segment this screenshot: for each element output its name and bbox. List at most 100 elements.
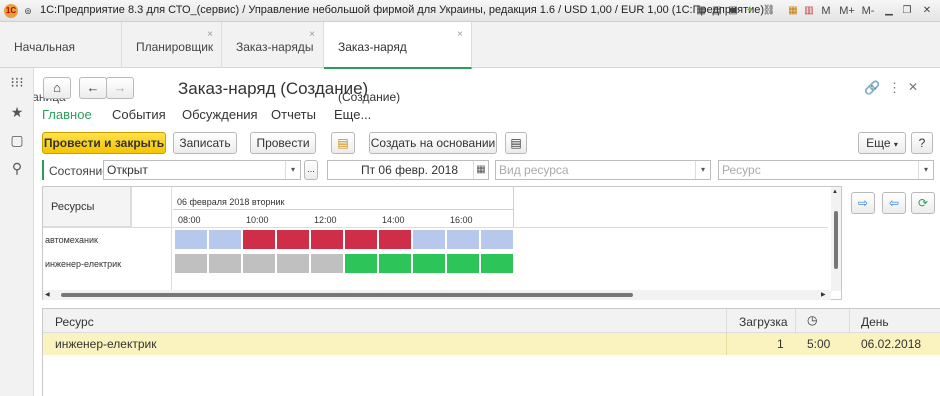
favorites-star-icon[interactable]: ★	[9, 104, 25, 120]
forward-button[interactable]: →	[106, 77, 134, 99]
schedule-slot-busy[interactable]	[379, 230, 411, 249]
chevron-down-icon[interactable]: ▾	[918, 161, 933, 179]
scroll-thumb[interactable]	[834, 211, 838, 269]
schedule-slot-busy[interactable]	[243, 230, 275, 249]
close-form-icon[interactable]: ✕	[908, 80, 918, 94]
shift-left-button[interactable]: ⇨	[851, 192, 875, 214]
state-choose-button[interactable]: ...	[304, 160, 318, 180]
vertical-scrollbar[interactable]: ▲	[831, 187, 841, 291]
schedule-slot-grey[interactable]	[209, 254, 241, 273]
favorites-icon[interactable]: ✦	[743, 4, 757, 18]
sections-grid-icon[interactable]: ⁝⁝⁝	[9, 74, 25, 90]
link-icon[interactable]: ⛓	[762, 4, 776, 18]
post-and-close-button[interactable]: Провести и закрыть	[42, 132, 166, 154]
form-title: Заказ-наряд (Создание)	[178, 79, 369, 98]
print-icon[interactable]: ▤	[710, 4, 724, 18]
schedule-slot-green[interactable]	[345, 254, 377, 273]
chevron-down-icon: ▾	[893, 140, 898, 149]
schedule-slot-green[interactable]	[379, 254, 411, 273]
create-based-on-button[interactable]: Создать на основании ▾	[369, 132, 497, 169]
resources-header-label: Ресурсы	[51, 201, 95, 213]
link-icon[interactable]: 🔗	[864, 80, 880, 96]
schedule-slot-busy[interactable]	[311, 230, 343, 249]
history-icon[interactable]: ▢	[9, 132, 25, 148]
chevron-down-icon[interactable]: ▾	[695, 161, 710, 179]
save-button[interactable]: Записать	[173, 132, 237, 154]
memory-m-button[interactable]: M	[820, 4, 832, 18]
tab-work-orders[interactable]: Заказ-наряды ×	[222, 22, 324, 68]
schedule-slot-grey[interactable]	[175, 254, 207, 273]
resource-field[interactable]: Ресурс ▾	[718, 160, 934, 180]
schedule-slot-free[interactable]	[447, 230, 479, 249]
header-resource[interactable]: Ресурс	[55, 315, 94, 329]
schedule-slot-busy[interactable]	[277, 230, 309, 249]
calculator-icon[interactable]: ▦	[786, 4, 800, 18]
resource-kind-field[interactable]: Вид ресурса ▾	[495, 160, 711, 180]
memory-mminus-button[interactable]: M-	[860, 4, 876, 18]
schedule-resources-header: Ресурсы	[43, 187, 132, 227]
tab-planner[interactable]: Планировщик ×	[122, 22, 222, 68]
hour-label: 14:00	[382, 215, 405, 225]
close-tab-icon[interactable]: ×	[457, 30, 463, 40]
tab-work-order-new[interactable]: Заказ-наряд (Создание) ×	[324, 22, 472, 104]
home-button[interactable]: ⌂	[43, 77, 71, 99]
calendar-icon[interactable]: ▥	[802, 4, 816, 18]
save-icon[interactable]: ▦	[694, 4, 708, 18]
resource-kind-placeholder: Вид ресурса	[499, 163, 569, 177]
nav-main[interactable]: Главное	[42, 107, 92, 122]
scroll-thumb[interactable]	[61, 293, 633, 297]
date-field[interactable]: Пт 06 февр. 2018 ▦	[327, 160, 489, 180]
table-row[interactable]: инженер-електрик 1 5:00 06.02.2018	[43, 333, 940, 355]
resource-placeholder: Ресурс	[722, 163, 761, 177]
post-button[interactable]: Провести	[250, 132, 316, 154]
bookmark-icon[interactable]: ▣	[726, 4, 740, 18]
help-button[interactable]: ?	[911, 132, 933, 154]
header-day[interactable]: День	[861, 315, 889, 329]
back-button[interactable]: ←	[79, 77, 107, 99]
more-actions-button[interactable]: Еще ▾	[858, 132, 906, 154]
schedule-slot-busy[interactable]	[345, 230, 377, 249]
nav-reports[interactable]: Отчеты	[271, 107, 316, 122]
state-accent	[42, 160, 44, 180]
schedule-slot-grey[interactable]	[277, 254, 309, 273]
tab-home[interactable]: Начальная страница	[0, 22, 122, 104]
clock-icon[interactable]: ◷	[807, 313, 817, 327]
header-load[interactable]: Загрузка	[739, 315, 788, 329]
refresh-button[interactable]: ⟳	[911, 192, 935, 214]
schedule-slot-free[interactable]	[175, 230, 207, 249]
scroll-up-icon[interactable]: ▲	[832, 189, 838, 195]
app-menu-icon[interactable]: ⊚	[22, 4, 34, 18]
schedule-slot-free[interactable]	[481, 230, 513, 249]
schedule-slot-grey[interactable]	[243, 254, 275, 273]
nav-more[interactable]: Еще...	[334, 107, 371, 122]
schedule-slot-free[interactable]	[209, 230, 241, 249]
schedule-slot-free[interactable]	[413, 230, 445, 249]
scroll-left-icon[interactable]: ◀	[45, 291, 50, 298]
memory-mplus-button[interactable]: M+	[838, 4, 856, 18]
print-icon[interactable]: ▤	[505, 132, 527, 154]
row-divider	[726, 333, 727, 355]
schedule-slot-green[interactable]	[447, 254, 479, 273]
structure-icon[interactable]: ▤	[331, 132, 355, 154]
schedule-slot-green[interactable]	[481, 254, 513, 273]
nav-discussions[interactable]: Обсуждения	[182, 107, 258, 122]
nav-events[interactable]: События	[112, 107, 166, 122]
schedule-row-name: автомеханик	[45, 235, 98, 245]
shift-right-button[interactable]: ⇦	[882, 192, 906, 214]
search-icon[interactable]: ⚲	[9, 160, 25, 176]
schedule-slot-grey[interactable]	[311, 254, 343, 273]
close-tab-icon[interactable]: ×	[207, 30, 213, 40]
calendar-icon[interactable]: ▦	[473, 161, 488, 179]
chevron-down-icon[interactable]: ▾	[285, 161, 300, 179]
state-field[interactable]: Открыт ▾	[103, 160, 301, 180]
scroll-right-icon[interactable]: ▶	[821, 291, 826, 298]
schedule-chart[interactable]: Ресурсы 06 февраля 2018 вторник 08:00 10…	[42, 186, 842, 300]
restore-icon[interactable]: ❐	[900, 4, 914, 18]
close-tab-icon[interactable]: ×	[309, 30, 315, 40]
schedule-slot-green[interactable]	[413, 254, 445, 273]
more-vert-icon[interactable]: ⋮	[888, 80, 901, 96]
minimize-icon[interactable]: ▁	[882, 4, 896, 18]
close-window-icon[interactable]: ✕	[920, 4, 934, 18]
horizontal-scrollbar[interactable]: ◀ ▶	[43, 290, 831, 300]
row-resource: инженер-електрик	[55, 337, 157, 351]
